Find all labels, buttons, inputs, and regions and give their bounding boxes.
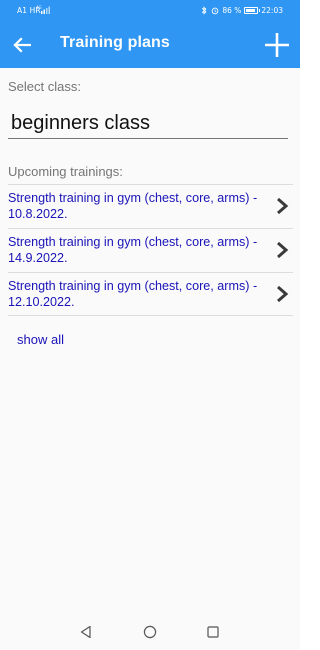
battery-icon <box>244 7 261 14</box>
select-class-label: Select class: <box>8 79 81 94</box>
recents-square-icon <box>207 626 219 638</box>
system-nav-bar <box>0 614 300 650</box>
selected-class-value: beginners class <box>11 112 150 134</box>
app-screen: A1 HR 4G 86 % 22:03 Training plans Selec… <box>0 0 300 650</box>
class-selector[interactable]: beginners class <box>8 103 288 139</box>
chevron-right-icon <box>277 241 289 259</box>
plus-icon <box>265 33 289 57</box>
svg-text:4G: 4G <box>36 5 42 10</box>
app-bar: Training plans <box>0 21 300 68</box>
battery-fill <box>246 9 255 12</box>
page-title: Training plans <box>60 34 170 51</box>
training-list-item[interactable]: Strength training in gym (chest, core, a… <box>8 184 293 228</box>
add-training-button[interactable] <box>262 30 292 60</box>
training-item-text: Strength training in gym (chest, core, a… <box>8 235 258 265</box>
training-item-text: Strength training in gym (chest, core, a… <box>8 191 258 221</box>
bluetooth-icon <box>202 6 207 15</box>
upcoming-trainings-label: Upcoming trainings: <box>8 164 123 179</box>
battery-percent: 86 % <box>222 6 242 15</box>
status-bar: A1 HR 4G 86 % 22:03 <box>0 0 300 21</box>
arrow-left-icon <box>13 37 31 53</box>
training-item-text: Strength training in gym (chest, core, a… <box>8 279 258 309</box>
training-list-item[interactable]: Strength training in gym (chest, core, a… <box>8 228 293 272</box>
training-list-item[interactable]: Strength training in gym (chest, core, a… <box>8 272 293 316</box>
chevron-right-icon <box>277 285 289 303</box>
trainings-list: Strength training in gym (chest, core, a… <box>8 184 293 316</box>
home-circle-icon <box>143 625 157 639</box>
nav-home-button[interactable] <box>141 623 159 641</box>
alarm-icon <box>212 7 219 15</box>
show-all-link[interactable]: show all <box>17 332 64 347</box>
nav-back-button[interactable] <box>77 623 95 641</box>
back-button[interactable] <box>8 31 36 59</box>
signal-icon: 4G <box>36 5 50 14</box>
nav-recents-button[interactable] <box>204 623 222 641</box>
back-triangle-icon <box>80 625 91 639</box>
chevron-right-icon <box>277 197 289 215</box>
status-right-group: 86 % 22:03 <box>200 5 283 16</box>
clock: 22:03 <box>261 6 283 15</box>
